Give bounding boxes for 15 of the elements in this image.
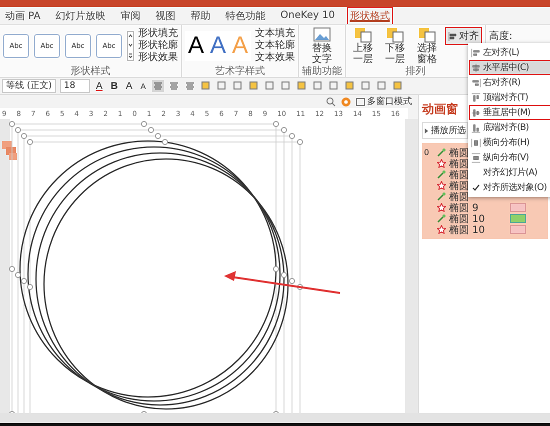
animation-name: 椭圆 9	[449, 201, 479, 214]
group-label: 排列	[406, 66, 426, 77]
animation-name: 椭圆 10	[449, 223, 485, 236]
animation-name: 椭圆	[449, 146, 469, 158]
group-label: 形状样式	[70, 66, 110, 77]
animation-name: 椭圆	[449, 168, 469, 180]
pane-title: 动画窗	[422, 101, 458, 118]
animation-name: 椭圆	[449, 179, 469, 192]
group-label: 艺术字样式	[215, 66, 266, 77]
height-label: 高度:	[489, 30, 512, 43]
row-number: 0	[424, 148, 430, 157]
animation-name: 椭圆 10	[449, 212, 485, 224]
animation-name: 椭圆	[449, 157, 469, 170]
group-label: 辅助功能	[302, 66, 342, 77]
animation-name: 椭圆	[449, 190, 469, 202]
